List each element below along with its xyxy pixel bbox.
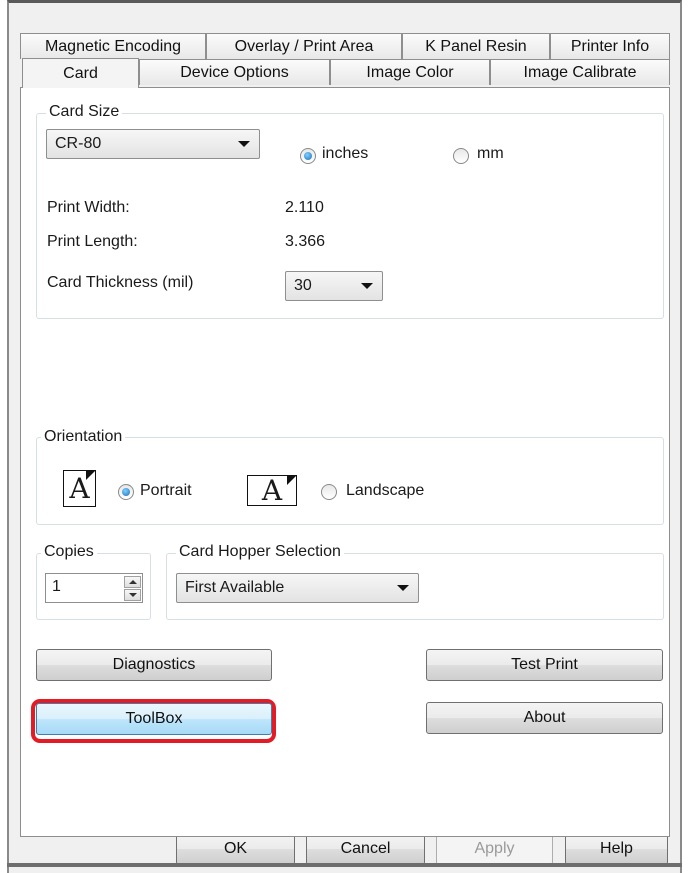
card-size-select[interactable]: CR-80 bbox=[46, 129, 260, 159]
card-thickness-select[interactable]: 30 bbox=[285, 271, 383, 301]
card-thickness-label: Card Thickness (mil) bbox=[47, 274, 194, 291]
tab-device-options[interactable]: Device Options bbox=[139, 59, 330, 85]
inches-label[interactable]: inches bbox=[322, 145, 368, 163]
card-size-legend: Card Size bbox=[46, 103, 123, 121]
chevron-down-icon bbox=[397, 585, 409, 591]
mm-label[interactable]: mm bbox=[477, 145, 504, 163]
test-print-button[interactable]: Test Print bbox=[426, 649, 663, 681]
landscape-label[interactable]: Landscape bbox=[346, 482, 424, 500]
print-length-label: Print Length: bbox=[47, 233, 138, 250]
tab-overlay-print-area[interactable]: Overlay / Print Area bbox=[206, 33, 402, 59]
spin-down-icon[interactable] bbox=[124, 589, 141, 601]
chevron-down-icon bbox=[361, 283, 373, 289]
orientation-group bbox=[36, 437, 664, 525]
tab-magnetic-encoding[interactable]: Magnetic Encoding bbox=[20, 33, 206, 59]
cancel-button[interactable]: Cancel bbox=[306, 833, 425, 865]
diagnostics-button[interactable]: Diagnostics bbox=[36, 649, 272, 681]
card-hopper-value: First Available bbox=[185, 579, 285, 596]
mm-radio[interactable] bbox=[453, 148, 469, 164]
help-button[interactable]: Help bbox=[565, 833, 668, 865]
chevron-down-icon bbox=[238, 141, 250, 147]
apply-button: Apply bbox=[436, 833, 553, 865]
tab-printer-info[interactable]: Printer Info bbox=[550, 33, 670, 59]
card-thickness-value: 30 bbox=[294, 277, 312, 294]
copies-legend: Copies bbox=[41, 543, 97, 561]
portrait-radio[interactable] bbox=[118, 484, 134, 500]
tab-k-panel-resin[interactable]: K Panel Resin bbox=[402, 33, 550, 59]
landscape-radio[interactable] bbox=[321, 484, 337, 500]
about-button[interactable]: About bbox=[426, 702, 663, 734]
orientation-legend: Orientation bbox=[41, 428, 126, 446]
portrait-label[interactable]: Portrait bbox=[140, 482, 192, 500]
card-tab-page: Card Size CR-80 inches mm Print Width: 2… bbox=[20, 87, 670, 837]
card-hopper-legend: Card Hopper Selection bbox=[176, 543, 344, 561]
tab-image-color[interactable]: Image Color bbox=[330, 59, 490, 85]
inches-radio[interactable] bbox=[300, 148, 316, 164]
card-hopper-select[interactable]: First Available bbox=[176, 573, 419, 603]
tab-card[interactable]: Card bbox=[22, 58, 139, 88]
window-bottom-edge bbox=[7, 863, 682, 867]
landscape-icon: A bbox=[247, 475, 297, 506]
toolbox-button[interactable]: ToolBox bbox=[36, 703, 272, 735]
ok-button[interactable]: OK bbox=[176, 833, 295, 865]
print-width-value: 2.110 bbox=[285, 199, 324, 216]
print-width-label: Print Width: bbox=[47, 199, 130, 216]
copies-value[interactable]: 1 bbox=[52, 578, 61, 596]
print-length-value: 3.366 bbox=[285, 233, 326, 250]
portrait-icon: A bbox=[63, 470, 96, 507]
spin-up-icon[interactable] bbox=[124, 576, 141, 588]
tab-image-calibrate[interactable]: Image Calibrate bbox=[490, 59, 670, 85]
copies-stepper[interactable]: 1 bbox=[45, 573, 143, 603]
card-size-value: CR-80 bbox=[55, 135, 102, 152]
